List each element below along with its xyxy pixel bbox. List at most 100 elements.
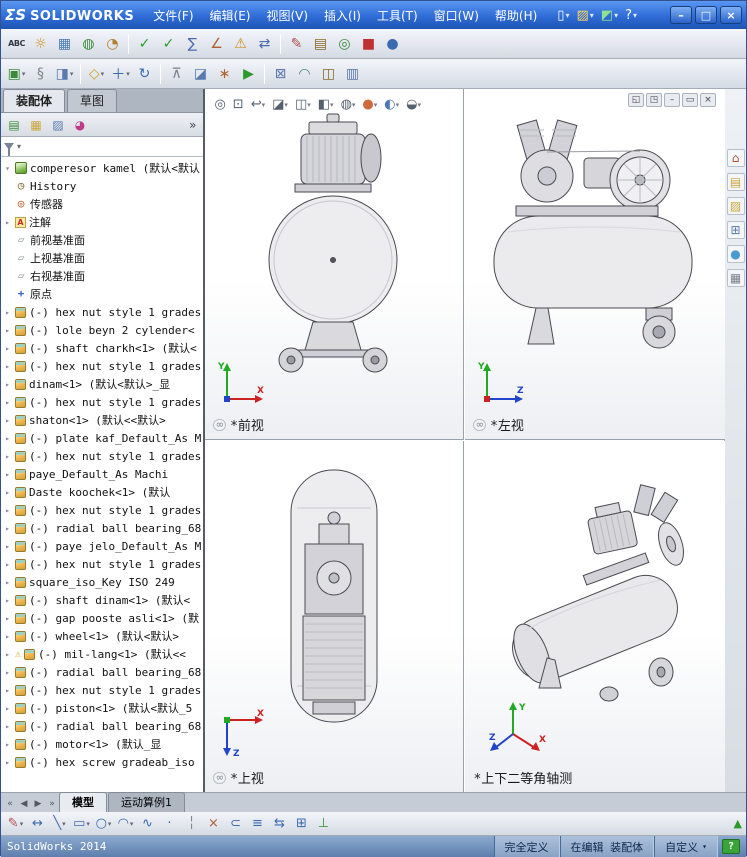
expand-arrow-icon[interactable]: ▸	[3, 560, 12, 569]
expand-arrow-icon[interactable]: ▸	[3, 362, 12, 371]
new-document-icon[interactable]: ▯ ▾	[554, 6, 572, 25]
restore-doc-icon[interactable]: ▭	[682, 93, 699, 107]
offset-entities-icon[interactable]: ≡	[247, 813, 268, 834]
filter-caret-icon[interactable]: ▾	[17, 142, 21, 151]
viewport-isometric[interactable]: Y X Z *上下二等角轴测	[465, 441, 726, 792]
filter-input[interactable]	[24, 138, 201, 155]
tab-motion-study[interactable]: 运动算例1	[108, 792, 185, 812]
minimize-button[interactable]: –	[670, 6, 692, 24]
point-icon[interactable]: ·	[159, 813, 180, 834]
close-button[interactable]: ×	[720, 6, 742, 24]
expand-arrow-icon[interactable]: ▸	[3, 434, 12, 443]
top-view-drawing[interactable]	[249, 466, 419, 732]
tree-item[interactable]: ▸ (-) hex nut style 1 grades	[3, 357, 203, 375]
tree-item[interactable]: ▸ (-) hex nut style 1 grades	[3, 501, 203, 519]
tree-item[interactable]: ▱ 上视基准面	[3, 249, 203, 267]
circle-icon[interactable]: ○ ▾	[93, 813, 114, 834]
viewport-left[interactable]: Y Z ∞ *左视	[465, 89, 726, 440]
table-grid-icon[interactable]: ▦	[53, 32, 76, 55]
menu-help[interactable]: 帮助(H)	[488, 4, 544, 27]
display-relations-icon[interactable]: ⊥	[313, 813, 334, 834]
definition-status[interactable]: 完全定义	[493, 836, 560, 857]
tree-item[interactable]: ▸ (-) wheel<1> (默认<默认>	[3, 627, 203, 645]
status-help-button[interactable]: ?	[722, 839, 740, 854]
maximize-button[interactable]: □	[695, 6, 717, 24]
insert-component-icon[interactable]: ▣ ▾	[5, 62, 28, 85]
tree-item[interactable]: ▸ A 注解	[3, 213, 203, 231]
interference-icon[interactable]: ⚠	[229, 32, 252, 55]
tab-assembly[interactable]: 装配体	[3, 89, 66, 112]
paperclip-icon[interactable]: §	[29, 62, 52, 85]
convert-entities-icon[interactable]: ⊂	[225, 813, 246, 834]
expand-arrow-icon[interactable]: ▸	[3, 668, 12, 677]
snapshot-icon[interactable]: ◫	[317, 62, 340, 85]
last-tab-button[interactable]: »	[45, 796, 59, 812]
menu-tools[interactable]: 工具(T)	[370, 4, 425, 27]
tree-item[interactable]: ▸ dinam<1> (默认<默认>_显	[3, 375, 203, 393]
tree-item[interactable]: + 原点	[3, 285, 203, 303]
tree-item[interactable]: ▸ (-) hex nut style 1 grades	[3, 393, 203, 411]
expand-arrow-icon[interactable]: ▸	[3, 452, 12, 461]
tree-item[interactable]: ▸ (-) radial ball bearing_68	[3, 519, 203, 537]
check-read-icon[interactable]: ✓	[133, 32, 156, 55]
publish-icon[interactable]: ◍	[77, 32, 100, 55]
expand-arrow-icon[interactable]: ▸	[3, 344, 12, 353]
tree-item[interactable]: ▸ (-) hex nut style 1 grades	[3, 303, 203, 321]
minimize-doc-icon[interactable]: –	[664, 93, 681, 107]
mirror-entities-icon[interactable]: ⇆	[269, 813, 290, 834]
tree-item[interactable]: ▸ (-) motor<1> (默认_显	[3, 735, 203, 753]
hidden-components-icon[interactable]: ◨ ▾	[53, 62, 76, 85]
line-icon[interactable]: ╲ ▾	[49, 813, 70, 834]
graphics-area[interactable]: ◎ ⊡ ↩ ▾ ◪ ▾ ◫ ▾ ◧ ▾ ◍ ▾ ● ▾ ◐ ▾ ◒ ▾ ◱ ◳ – ▭ ×	[205, 89, 726, 792]
curvature-icon[interactable]: ◠	[293, 62, 316, 85]
tree-item[interactable]: ▸ (-) lole beyn 2 cylender<	[3, 321, 203, 339]
restore-left-icon[interactable]: ◱	[628, 93, 645, 107]
expand-arrow-icon[interactable]: ▸	[3, 632, 12, 641]
interference-check-icon[interactable]: ⊠	[269, 62, 292, 85]
tree-item[interactable]: ▸ (-) hex nut style 1 grades	[3, 681, 203, 699]
tree-item[interactable]: ▸ ⚠ (-) mil-lang<1> (默认<<	[3, 645, 203, 663]
open-icon[interactable]: ▨ ▾	[573, 6, 596, 25]
tree-item[interactable]: ▸ Daste koochek<1> (默认	[3, 483, 203, 501]
tree-item[interactable]: ▸ (-) piston<1> (默认<默认_5	[3, 699, 203, 717]
tree-root-item[interactable]: ▾ comperesor kamel (默认<默认	[3, 159, 203, 177]
design-library-icon[interactable]: ▤	[726, 173, 745, 191]
edit-status[interactable]: 在编辑 装配体	[559, 836, 655, 857]
spelling-icon[interactable]: ABC	[5, 32, 28, 55]
expand-arrow-icon[interactable]: ▸	[3, 740, 12, 749]
front-view-drawing[interactable]	[239, 108, 429, 380]
tree-item[interactable]: ▸ shaton<1> (默认<<默认>	[3, 411, 203, 429]
centerline-icon[interactable]: ╎	[181, 813, 202, 834]
menu-view[interactable]: 视图(V)	[259, 4, 315, 27]
isometric-view-drawing[interactable]	[489, 468, 701, 720]
assembly-features-icon[interactable]: ◪	[189, 62, 212, 85]
rectangle-icon[interactable]: ▭ ▾	[71, 813, 92, 834]
arc-icon[interactable]: ◠ ▾	[115, 813, 136, 834]
featuremanager-tab-icon[interactable]: ▤	[4, 115, 24, 135]
section-view-icon[interactable]: ◪ ▾	[269, 94, 291, 115]
tree-item[interactable]: ▸ (-) paye jelo_Default_As M	[3, 537, 203, 555]
rebuild-icon[interactable]: ◩ ▾	[598, 6, 621, 25]
tab-model[interactable]: 模型	[59, 792, 107, 812]
menu-edit[interactable]: 编辑(E)	[203, 4, 258, 27]
zoom-area-icon[interactable]: ⊡	[230, 94, 247, 115]
expand-arrow-icon[interactable]: ▸	[3, 416, 12, 425]
tree-item[interactable]: ▸ (-) hex screw gradeab_iso	[3, 753, 203, 771]
tree-item[interactable]: ▸ square_iso_Key ISO 249	[3, 573, 203, 591]
next-tab-button[interactable]: ▶	[31, 796, 45, 812]
tree-item[interactable]: ▸ (-) gap pooste asli<1> (默	[3, 609, 203, 627]
custom-properties-icon[interactable]: ▦	[726, 269, 745, 287]
check-doc-icon[interactable]: ✓	[157, 32, 180, 55]
close-doc-icon[interactable]: ×	[700, 93, 717, 107]
expand-arrow-icon[interactable]: ▸	[3, 218, 12, 227]
menu-insert[interactable]: 插入(I)	[317, 4, 368, 27]
prev-tab-button[interactable]: ◀	[17, 796, 31, 812]
sphere-icon[interactable]: ●	[381, 32, 404, 55]
help-icon[interactable]: ? ▾	[622, 6, 640, 25]
zoom-fit-icon[interactable]: ◎	[211, 94, 228, 115]
tree-item[interactable]: ▸ (-) shaft charkh<1> (默认<	[3, 339, 203, 357]
costing-icon[interactable]: ◔	[101, 32, 124, 55]
viewport-front[interactable]: Y X ∞ *前视	[205, 89, 465, 440]
tree-item[interactable]: ▸ (-) hex nut style 1 grades	[3, 447, 203, 465]
left-view-drawing[interactable]	[488, 114, 702, 364]
